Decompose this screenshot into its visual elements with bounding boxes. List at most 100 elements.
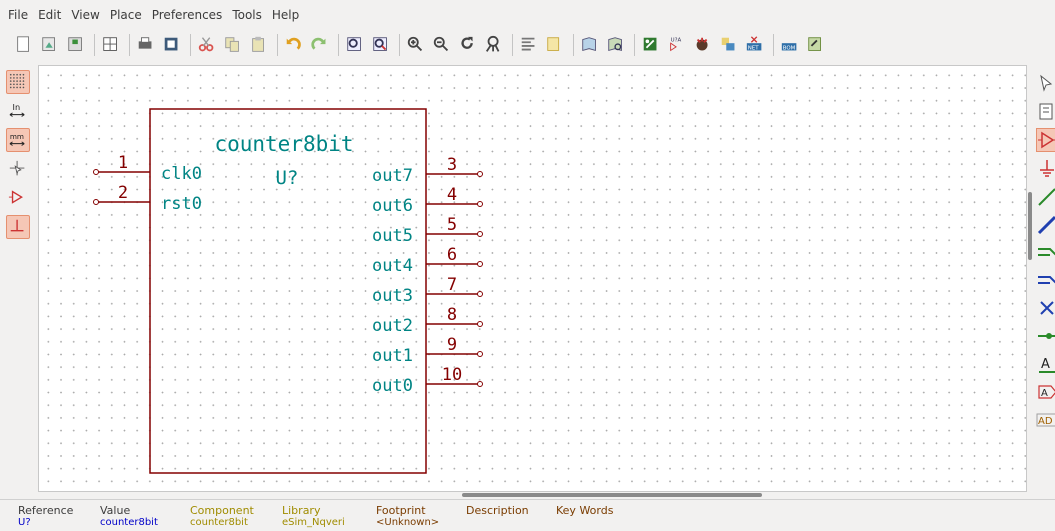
grid-toggle-button[interactable]: [6, 70, 30, 94]
select-arrow-button[interactable]: [1036, 72, 1055, 96]
pin-end: [93, 169, 99, 175]
menu-help[interactable]: Help: [272, 8, 299, 22]
schematic-drawing: counter8bit U? 1 clk0 2 rst0 3 out7 4 out6 5 out5 6 o…: [93, 108, 483, 474]
zoom-in-button[interactable]: [406, 35, 426, 55]
vertical-scrollbar[interactable]: [1027, 65, 1033, 492]
global-label-button[interactable]: A: [1036, 380, 1055, 404]
wire-entry-button[interactable]: [1036, 240, 1055, 264]
library-editor-button[interactable]: [580, 35, 600, 55]
erc-icon: U?A: [670, 37, 682, 52]
new-sheet-button[interactable]: [14, 35, 34, 55]
toolbar-separator: [129, 34, 130, 56]
undo-button[interactable]: [284, 35, 304, 55]
pin-name: out0: [372, 376, 413, 396]
msg-keywords: Key Words: [556, 504, 613, 517]
copy-button[interactable]: [223, 35, 243, 55]
horizontal-scroll-thumb[interactable]: [462, 493, 762, 497]
units-mm-button[interactable]: mm: [6, 128, 30, 152]
menu-view[interactable]: View: [71, 8, 99, 22]
redo-button[interactable]: [310, 35, 330, 55]
cursor-shape-button[interactable]: [6, 157, 30, 181]
toolbar-separator: [399, 34, 400, 56]
cvpcb-icon: [696, 37, 708, 51]
bus-entry-button[interactable]: [1036, 268, 1055, 292]
place-component-button[interactable]: [1036, 128, 1055, 152]
netlist-button[interactable]: [719, 35, 739, 55]
svg-text:In: In: [13, 102, 21, 112]
units-inch-icon: In: [9, 102, 25, 117]
zoom-fit-icon: [485, 35, 500, 52]
toolbar-separator: [338, 34, 339, 56]
find-replace-icon: [373, 37, 387, 51]
msg-reference-label: Reference: [18, 504, 74, 517]
junction-icon: [1038, 333, 1055, 339]
menu-bar: File Edit View Place Preferences Tools H…: [0, 0, 1055, 30]
pin-end: [477, 351, 483, 357]
vertical-scroll-thumb[interactable]: [1028, 192, 1032, 260]
bom-button[interactable]: NET: [745, 35, 765, 55]
wire-orientation-icon: [10, 219, 24, 232]
junction-button[interactable]: [1036, 324, 1055, 348]
library-browser-button[interactable]: [606, 35, 626, 55]
annotate-button[interactable]: [641, 35, 661, 55]
find-replace-button[interactable]: [371, 35, 391, 55]
save-button[interactable]: [66, 35, 86, 55]
find-button[interactable]: [345, 35, 365, 55]
pin-name: out2: [372, 316, 413, 336]
print-button[interactable]: [136, 35, 156, 55]
pin-name: out1: [372, 346, 413, 366]
hierarchy-navigator-button[interactable]: [519, 35, 539, 55]
erc-button[interactable]: U?A: [667, 35, 687, 55]
menu-tools[interactable]: Tools: [232, 8, 262, 22]
no-connect-button[interactable]: [1036, 296, 1055, 320]
hidden-pins-button[interactable]: [6, 186, 30, 210]
main-toolbar: U?A NET BOM: [0, 30, 1055, 60]
cut-button[interactable]: [197, 35, 217, 55]
zoom-out-button[interactable]: [432, 35, 452, 55]
back-import-button[interactable]: [806, 35, 826, 55]
toolbar-separator: [190, 34, 191, 56]
component-name: counter8bit: [214, 132, 353, 156]
paste-button[interactable]: [249, 35, 269, 55]
leave-sheet-button[interactable]: [545, 35, 565, 55]
svg-text:mm: mm: [10, 132, 24, 141]
menu-edit[interactable]: Edit: [38, 8, 61, 22]
find-icon: [347, 37, 361, 51]
zoom-fit-button[interactable]: [484, 35, 504, 55]
svg-text:NET: NET: [748, 46, 760, 52]
pin-end: [477, 381, 483, 387]
hierarchy-navigate-button[interactable]: [1036, 100, 1055, 124]
units-inch-button[interactable]: In: [6, 99, 30, 123]
load-sheet-button[interactable]: [40, 35, 60, 55]
cursor-shape-icon: [9, 160, 25, 176]
page-settings-button[interactable]: [101, 35, 121, 55]
pin-name: out3: [372, 286, 413, 306]
menu-file[interactable]: File: [8, 8, 28, 22]
paste-icon: [252, 36, 264, 52]
pin-end: [477, 171, 483, 177]
horizontal-scrollbar[interactable]: [38, 492, 1027, 498]
place-power-button[interactable]: [1036, 156, 1055, 180]
msg-value: Value counter8bit: [100, 504, 158, 529]
menu-place[interactable]: Place: [110, 8, 142, 22]
cvpcb-button[interactable]: [693, 35, 713, 55]
place-component-icon: [1038, 131, 1055, 149]
schematic-canvas[interactable]: counter8bit U? 1 clk0 2 rst0 3 out7 4 out6 5 out5 6 o…: [38, 65, 1027, 492]
msg-value-label: Value: [100, 504, 131, 517]
wire-orientation-button[interactable]: [6, 215, 30, 239]
pin-number: 9: [447, 335, 457, 355]
pin-number: 4: [447, 185, 457, 205]
place-bus-button[interactable]: [1036, 212, 1055, 236]
msg-footprint-value: <Unknown>: [376, 517, 440, 528]
edit-pcb-button[interactable]: BOM: [780, 35, 800, 55]
msg-description: Description: [466, 504, 529, 517]
zoom-in-icon: [407, 36, 423, 52]
menu-preferences[interactable]: Preferences: [152, 8, 223, 22]
place-wire-button[interactable]: [1036, 184, 1055, 208]
plot-button[interactable]: [162, 35, 182, 55]
grid-toggle-icon: [9, 73, 25, 89]
net-label-button[interactable]: A: [1036, 352, 1055, 376]
msg-component: Component counter8bit: [190, 504, 254, 529]
redraw-button[interactable]: [458, 35, 478, 55]
hierarchical-label-button[interactable]: AD: [1036, 408, 1055, 432]
